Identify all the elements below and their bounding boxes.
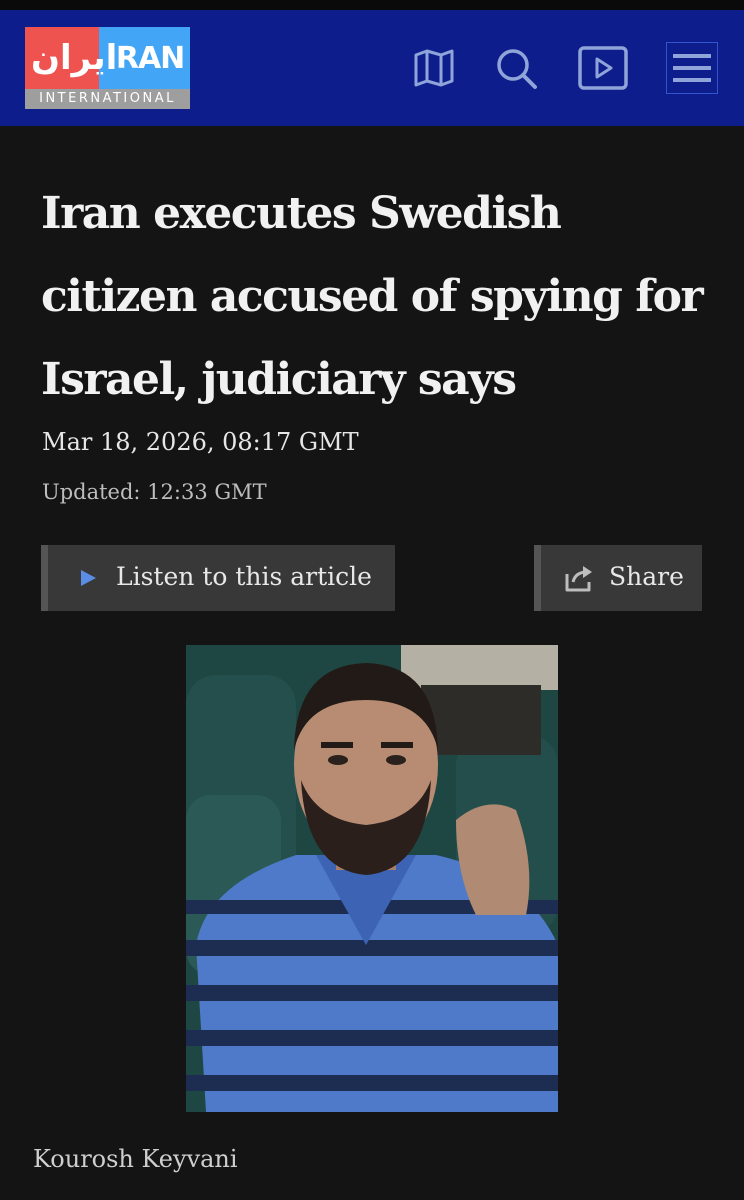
photo-caption: Kourosh Keyvani bbox=[33, 1145, 238, 1173]
search-icon[interactable] bbox=[493, 45, 539, 91]
article-photo bbox=[186, 645, 558, 1112]
logo-brand-text: IRAN bbox=[105, 41, 186, 76]
listen-article-button[interactable]: Listen to this article bbox=[41, 545, 395, 611]
hamburger-menu-icon[interactable] bbox=[666, 42, 718, 94]
publish-date: Mar 18, 2026, 08:17 GMT bbox=[42, 428, 359, 456]
logo-subtitle: INTERNATIONAL bbox=[25, 89, 190, 109]
play-icon bbox=[81, 570, 96, 586]
site-header: ایران IRAN INTERNATIONAL bbox=[0, 10, 744, 126]
iran-international-logo[interactable]: ایران IRAN INTERNATIONAL bbox=[25, 27, 190, 109]
logo-farsi-text: ایران bbox=[31, 38, 118, 78]
share-button[interactable]: Share bbox=[534, 545, 702, 611]
listen-label: Listen to this article bbox=[116, 562, 372, 591]
share-icon bbox=[565, 566, 592, 592]
status-bar bbox=[0, 0, 744, 10]
article-headline: Iran executes Swedish citizen accused of… bbox=[41, 188, 704, 405]
map-icon[interactable] bbox=[411, 45, 457, 91]
share-label: Share bbox=[609, 562, 684, 591]
video-play-icon[interactable] bbox=[577, 45, 629, 91]
updated-time: Updated: 12:33 GMT bbox=[42, 480, 267, 504]
